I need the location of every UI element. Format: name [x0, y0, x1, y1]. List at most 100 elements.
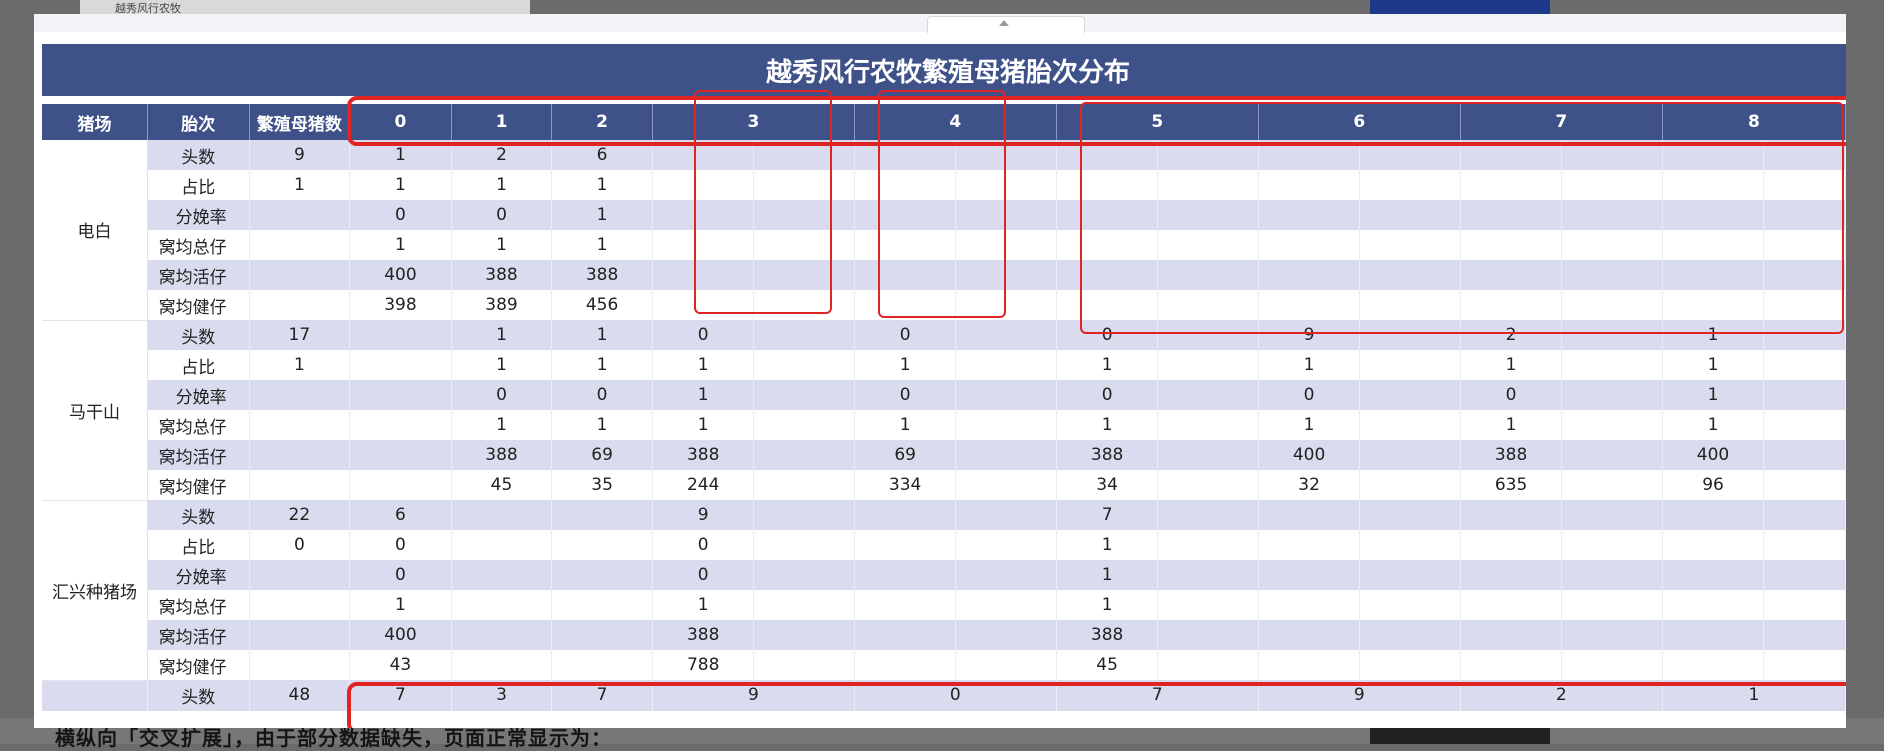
data-cell: 456	[551, 290, 653, 320]
data-cell	[955, 230, 1057, 260]
data-cell	[1763, 380, 1846, 410]
data-cell	[451, 560, 553, 590]
data-cell	[854, 260, 957, 290]
data-cell: 0	[854, 320, 957, 350]
data-cell	[1359, 560, 1461, 590]
metric-label: 窝均总仔	[147, 590, 250, 620]
data-cell: 1	[854, 350, 957, 380]
background-toolbar: 越秀风行农牧	[80, 0, 530, 15]
data-cell	[1359, 320, 1461, 350]
data-cell	[1157, 470, 1259, 500]
data-cell	[349, 350, 452, 380]
data-cell	[854, 500, 957, 530]
table-row: 占比 1 1 1 1 1 1 1 1 1	[42, 350, 1846, 380]
data-cell	[1763, 200, 1846, 230]
data-cell	[1258, 200, 1361, 230]
data-cell	[753, 290, 855, 320]
data-cell	[1460, 290, 1563, 320]
data-cell	[1460, 530, 1563, 560]
table-row: 马干山 头数 17 1 1 0 0 0 9 2 1	[42, 320, 1846, 501]
data-cell	[551, 620, 653, 650]
data-cell: 1	[1056, 590, 1159, 620]
sow-count-cell: 1	[249, 170, 351, 200]
data-cell	[1460, 260, 1563, 290]
header-col-7: 7	[1460, 104, 1663, 140]
data-cell	[955, 620, 1057, 650]
data-cell	[955, 590, 1057, 620]
data-cell	[1763, 590, 1846, 620]
data-cell	[955, 440, 1057, 470]
data-cell: 0	[854, 380, 957, 410]
sow-count-cell	[249, 440, 351, 470]
data-cell	[451, 620, 553, 650]
sow-count-cell: 0	[249, 530, 351, 560]
data-cell	[955, 650, 1057, 680]
data-cell	[349, 320, 452, 350]
data-cell: 1	[451, 350, 553, 380]
data-cell	[1056, 230, 1159, 260]
total-cell: 1	[1662, 680, 1846, 711]
total-cell: 7	[551, 680, 653, 711]
total-row-blank	[42, 680, 148, 711]
collapse-handle[interactable]	[927, 16, 1085, 33]
data-cell	[349, 410, 452, 440]
data-cell	[1662, 200, 1765, 230]
data-cell: 1	[349, 170, 452, 200]
data-cell	[854, 290, 957, 320]
metric-label: 占比	[147, 530, 250, 560]
data-cell: 1	[349, 590, 452, 620]
table-row: 占比 0 0 0 1	[42, 530, 1846, 560]
data-cell	[1157, 440, 1259, 470]
table-row: 窝均活仔 388 69 388 69 388 400 388 400	[42, 440, 1846, 470]
data-cell	[1258, 530, 1361, 560]
data-cell: 389	[451, 290, 553, 320]
data-cell: 0	[349, 530, 452, 560]
data-cell	[955, 380, 1057, 410]
data-cell	[1258, 230, 1361, 260]
data-cell: 0	[652, 530, 755, 560]
data-cell: 388	[1056, 620, 1159, 650]
data-cell	[1561, 470, 1663, 500]
data-cell: 45	[451, 470, 553, 500]
data-cell: 388	[451, 440, 553, 470]
data-cell	[955, 200, 1057, 230]
data-cell	[1763, 410, 1846, 440]
data-cell	[1157, 200, 1259, 230]
data-cell: 32	[1258, 470, 1361, 500]
total-metric-label: 头数	[147, 680, 250, 711]
data-cell	[1561, 440, 1663, 470]
data-cell	[1460, 200, 1563, 230]
data-cell	[1662, 500, 1765, 530]
data-cell	[1157, 650, 1259, 680]
data-cell	[1157, 530, 1259, 560]
data-cell	[955, 140, 1057, 170]
data-cell	[1561, 290, 1663, 320]
data-cell: 635	[1460, 470, 1563, 500]
data-cell	[1662, 530, 1765, 560]
sow-count-cell: 17	[249, 320, 351, 350]
data-cell	[349, 470, 452, 500]
data-cell	[854, 620, 957, 650]
data-cell: 96	[1662, 470, 1765, 500]
total-cell: 7	[349, 680, 452, 711]
data-cell	[854, 560, 957, 590]
data-cell: 400	[349, 260, 452, 290]
data-cell	[753, 230, 855, 260]
data-cell: 0	[349, 560, 452, 590]
data-cell: 1	[551, 170, 653, 200]
header-col-3: 3	[652, 104, 855, 140]
data-cell: 1	[551, 230, 653, 260]
data-cell	[1359, 380, 1461, 410]
data-cell	[1359, 470, 1461, 500]
header-col-1: 1	[451, 104, 553, 140]
data-cell: 400	[349, 620, 452, 650]
data-cell	[1157, 170, 1259, 200]
metric-label: 占比	[147, 170, 250, 200]
data-cell: 1	[451, 230, 553, 260]
sow-count-cell	[249, 410, 351, 440]
data-cell	[1056, 290, 1159, 320]
data-cell	[753, 380, 855, 410]
data-cell	[1359, 620, 1461, 650]
data-cell	[1359, 440, 1461, 470]
data-cell	[1258, 140, 1361, 170]
